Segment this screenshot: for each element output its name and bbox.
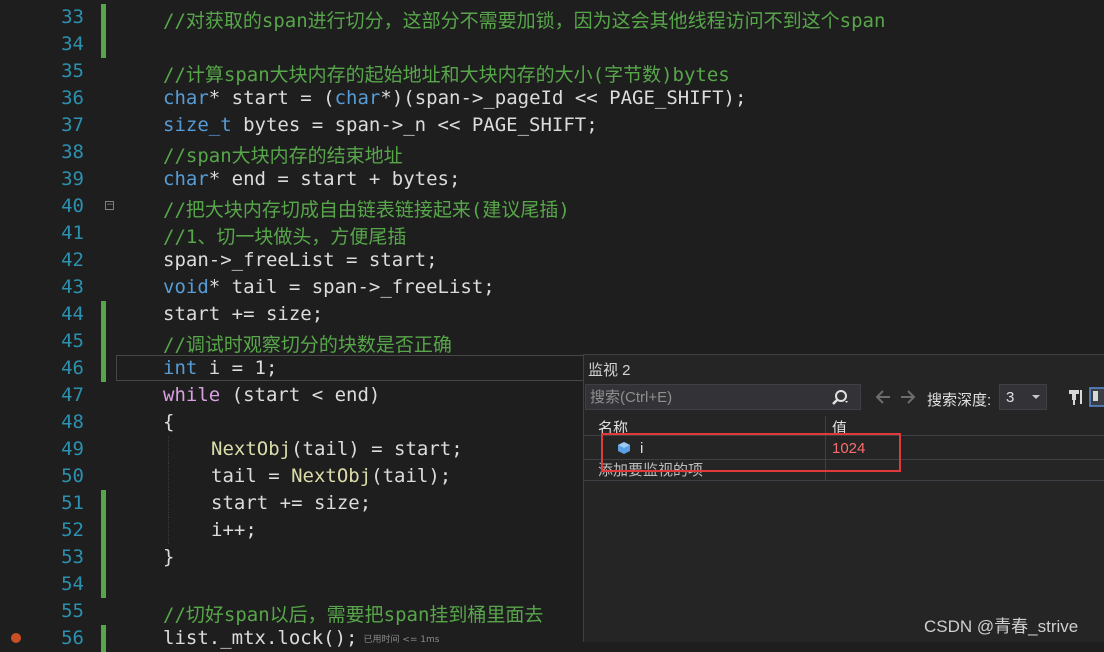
change-marker	[101, 4, 106, 31]
indent-guide	[168, 463, 169, 490]
line-number: 53	[61, 546, 84, 568]
line-number: 42	[61, 249, 84, 271]
chevron-down-icon	[1032, 395, 1040, 399]
annotation-highlight-box	[601, 433, 901, 472]
code-comment: //对获取的span进行切分，这部分不需要加锁，因为这会其他线程访问不到这个sp…	[163, 10, 886, 32]
code-line[interactable]: 43 void* tail = span->_freeList;	[0, 274, 1104, 301]
code-text: }	[163, 546, 175, 568]
code-text: i++;	[211, 519, 257, 541]
code-line[interactable]: 44 start += size;	[0, 301, 1104, 328]
line-number: 34	[61, 33, 84, 55]
code-text: {	[163, 411, 175, 433]
code-text: size_t bytes = span->_n << PAGE_SHIFT;	[163, 114, 598, 136]
line-number: 51	[61, 492, 84, 514]
code-line[interactable]: 33 //对获取的span进行切分，这部分不需要加锁，因为这会其他线程访问不到这…	[0, 4, 1104, 32]
line-number: 39	[61, 168, 84, 190]
code-comment: //切好span以后，需要把span挂到桶里面去	[163, 604, 544, 626]
code-line[interactable]: 39 char* end = start + bytes;	[0, 166, 1104, 193]
search-input[interactable]	[590, 388, 820, 406]
code-line[interactable]: 41 //1、切一块做头，方便尾插	[0, 220, 1104, 248]
watch-title: 监视 2	[588, 362, 631, 379]
line-number: 46	[61, 357, 84, 379]
line-number: 54	[61, 573, 84, 595]
search-depth-label: 搜索深度:	[927, 392, 992, 409]
change-marker	[101, 571, 106, 598]
code-text: NextObj(tail) = start;	[211, 438, 463, 460]
code-text: while (start < end)	[163, 384, 381, 406]
code-text: int i = 1;	[163, 357, 278, 379]
search-depth-dropdown[interactable]: 3	[999, 384, 1047, 410]
search-box[interactable]	[585, 384, 861, 410]
line-number: 45	[61, 330, 84, 352]
line-number: 43	[61, 276, 84, 298]
indent-guide	[168, 517, 169, 544]
indent-guide	[168, 490, 169, 517]
code-comment: //span大块内存的结束地址	[163, 145, 403, 167]
perf-tip: 已用时间 <= 1ms	[363, 635, 440, 645]
search-previous-icon[interactable]	[873, 388, 893, 406]
code-text: void* tail = span->_freeList;	[163, 276, 495, 298]
change-marker	[101, 301, 106, 328]
watch-window[interactable]: 监视 2 搜索深度: 3 名称 值	[583, 354, 1104, 642]
code-text: char* end = start + bytes;	[163, 168, 461, 190]
search-icon[interactable]	[830, 388, 850, 408]
line-number: 41	[61, 222, 84, 244]
line-number: 49	[61, 438, 84, 460]
code-line[interactable]: 40 − //把大块内存切成自由链表链接起来(建议尾插)	[0, 193, 1104, 221]
code-line[interactable]: 38 //span大块内存的结束地址	[0, 139, 1104, 167]
change-marker	[101, 544, 106, 571]
code-text: tail = NextObj(tail);	[211, 465, 452, 487]
code-comment: //调试时观察切分的块数是否正确	[163, 334, 452, 356]
line-number: 35	[61, 60, 84, 82]
line-number: 47	[61, 384, 84, 406]
watermark: CSDN @青春_strive	[924, 617, 1079, 636]
line-number: 48	[61, 411, 84, 433]
code-line[interactable]: 35 //计算span大块内存的起始地址和大块内存的大小(字节数)bytes	[0, 58, 1104, 86]
line-number: 50	[61, 465, 84, 487]
fold-collapse-icon[interactable]: −	[105, 201, 114, 210]
pin-icon[interactable]	[1066, 386, 1086, 408]
change-marker	[101, 490, 106, 517]
code-comment: //计算span大块内存的起始地址和大块内存的大小(字节数)bytes	[163, 64, 730, 86]
line-number: 37	[61, 114, 84, 136]
change-marker	[101, 517, 106, 544]
change-marker	[101, 625, 106, 652]
indent-guide	[168, 436, 169, 463]
line-number: 44	[61, 303, 84, 325]
change-marker	[101, 355, 106, 382]
code-text: char* start = (char*)(span->_pageId << P…	[163, 87, 747, 109]
line-number: 52	[61, 519, 84, 541]
line-number: 55	[61, 600, 84, 622]
line-number: 33	[61, 6, 84, 28]
change-marker	[101, 31, 106, 58]
code-line[interactable]: 37 size_t bytes = span->_n << PAGE_SHIFT…	[0, 112, 1104, 139]
breakpoint-icon[interactable]	[11, 633, 21, 643]
line-number: 56	[61, 627, 84, 649]
code-text: start += size;	[163, 303, 324, 325]
line-number: 40	[61, 195, 84, 217]
columns-icon[interactable]	[1089, 386, 1104, 408]
change-marker	[101, 328, 106, 355]
code-line[interactable]: 42 span->_freeList = start;	[0, 247, 1104, 274]
code-text: span->_freeList = start;	[163, 249, 438, 271]
code-text: list._mtx.lock(); 已用时间 <= 1ms	[163, 627, 440, 649]
code-line[interactable]: 36 char* start = (char*)(span->_pageId <…	[0, 85, 1104, 112]
search-next-icon[interactable]	[898, 388, 918, 406]
code-comment: //把大块内存切成自由链表链接起来(建议尾插)	[163, 199, 570, 221]
line-number: 38	[61, 141, 84, 163]
code-line[interactable]: 45 //调试时观察切分的块数是否正确	[0, 328, 1104, 356]
code-line[interactable]: 34	[0, 31, 1104, 58]
search-depth-value: 3	[1006, 389, 1015, 406]
code-comment: //1、切一块做头，方便尾插	[163, 226, 407, 248]
code-text: start += size;	[211, 492, 372, 514]
line-number: 36	[61, 87, 84, 109]
